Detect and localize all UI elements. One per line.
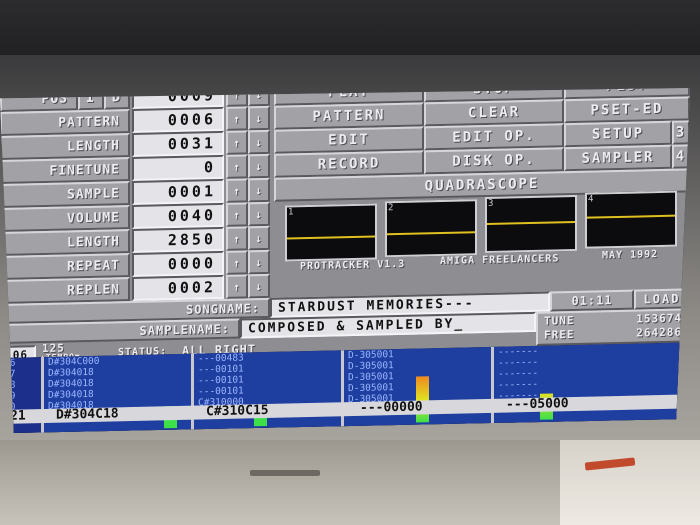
current-row-track-4: ---05000 bbox=[506, 396, 569, 413]
scope-waveform bbox=[287, 235, 375, 240]
record-button[interactable]: RECORD bbox=[274, 150, 424, 178]
free-label: FREE bbox=[544, 327, 575, 342]
disk-op-button[interactable]: DISK OP. bbox=[424, 147, 564, 175]
volume-value: 0040 bbox=[132, 202, 224, 230]
play-time: 01:11 bbox=[550, 289, 634, 312]
desk-surface bbox=[560, 440, 700, 525]
sample-length-value: 2850 bbox=[132, 226, 224, 254]
song-length-value: 0031 bbox=[132, 130, 224, 158]
repeat-down-arrow-icon[interactable]: ↓ bbox=[248, 249, 270, 275]
finetune-value: 0 bbox=[132, 154, 224, 182]
volume-down-arrow-icon[interactable]: ↓ bbox=[248, 201, 270, 227]
pattern-label: PATTERN bbox=[0, 109, 130, 136]
scope-channel-4: 4 bbox=[585, 190, 677, 249]
sample-down-arrow-icon[interactable]: ↓ bbox=[248, 177, 270, 203]
volume-label: VOLUME bbox=[0, 205, 130, 232]
pset-ed-button[interactable]: PSET-ED bbox=[564, 96, 690, 124]
scope-channel-3: 3 bbox=[485, 194, 577, 253]
monitor-brand-logo bbox=[250, 470, 320, 476]
replen-up-arrow-icon[interactable]: ↑ bbox=[226, 274, 248, 299]
current-row-track-1: D#304C18 bbox=[56, 406, 119, 423]
volume-up-arrow-icon[interactable]: ↑ bbox=[226, 202, 248, 227]
clear-button[interactable]: CLEAR bbox=[424, 99, 564, 127]
pattern-down-arrow-icon[interactable]: ↓ bbox=[248, 105, 270, 131]
replen-label: REPLEN bbox=[0, 277, 130, 304]
tune-free-display: TUNE 153674 FREE 264286 bbox=[536, 308, 690, 346]
pattern-value: 0006 bbox=[132, 106, 224, 134]
repeat-label: REPEAT bbox=[0, 253, 130, 280]
sampler-button[interactable]: SAMPLER bbox=[564, 144, 672, 172]
replen-value: 0002 bbox=[132, 274, 224, 302]
sample-value: 0001 bbox=[132, 178, 224, 206]
scope-waveform bbox=[587, 214, 675, 219]
sample-length-up-arrow-icon[interactable]: ↑ bbox=[226, 226, 248, 251]
sample-length-down-arrow-icon[interactable]: ↓ bbox=[248, 225, 270, 251]
sample-up-arrow-icon[interactable]: ↑ bbox=[226, 178, 248, 203]
scope-waveform bbox=[487, 220, 575, 225]
free-value: 264286 bbox=[636, 325, 682, 340]
track-4[interactable]: ------- ------- ------- ------- ------- bbox=[494, 342, 690, 433]
sample-length-label: LENGTH bbox=[0, 229, 130, 256]
song-length-label: LENGTH bbox=[0, 133, 130, 160]
scope-channel-number: 3 bbox=[488, 198, 494, 209]
track-2[interactable]: ---00483 ---00101 ---00101 ---00101 C#31… bbox=[194, 350, 344, 433]
side-number-3[interactable]: 3 bbox=[672, 120, 690, 145]
edit-op-button[interactable]: EDIT OP. bbox=[424, 123, 564, 151]
song-length-up-arrow-icon[interactable]: ↑ bbox=[226, 130, 248, 155]
edit-button[interactable]: EDIT bbox=[274, 126, 424, 154]
scope-channel-number: 1 bbox=[288, 207, 294, 218]
pattern-button[interactable]: PATTERN bbox=[274, 102, 424, 130]
scope-channel-number: 4 bbox=[588, 194, 594, 205]
scope-channel-number: 2 bbox=[388, 203, 394, 214]
crt-screen: POS I D 0009 ↑ ↓ PLAY STOP PLST PATTERN … bbox=[0, 88, 690, 433]
pattern-up-arrow-icon[interactable]: ↑ bbox=[226, 106, 248, 131]
finetune-up-arrow-icon[interactable]: ↑ bbox=[226, 154, 248, 179]
samplename-label: SAMPLENAME: bbox=[0, 318, 240, 344]
current-row-track-2: C#310C15 bbox=[206, 402, 269, 420]
scope-channel-2: 2 bbox=[385, 199, 477, 258]
repeat-value: 0000 bbox=[132, 250, 224, 278]
scope-channel-1: 1 bbox=[285, 203, 377, 262]
finetune-label: FINETUNE bbox=[0, 157, 130, 184]
replen-down-arrow-icon[interactable]: ↓ bbox=[248, 273, 270, 299]
track-3[interactable]: D-305001 D-305001 D-305001 D-305001 D-30… bbox=[344, 346, 494, 433]
repeat-up-arrow-icon[interactable]: ↑ bbox=[226, 250, 248, 275]
date-text: MAY 1992 bbox=[602, 249, 659, 262]
finetune-down-arrow-icon[interactable]: ↓ bbox=[248, 153, 270, 179]
sample-label: SAMPLE bbox=[0, 181, 130, 208]
scope-waveform bbox=[387, 231, 475, 236]
current-row-track-3: ---00000 bbox=[360, 399, 423, 416]
setup-button[interactable]: SETUP bbox=[564, 120, 672, 148]
song-length-down-arrow-icon[interactable]: ↓ bbox=[248, 129, 270, 155]
